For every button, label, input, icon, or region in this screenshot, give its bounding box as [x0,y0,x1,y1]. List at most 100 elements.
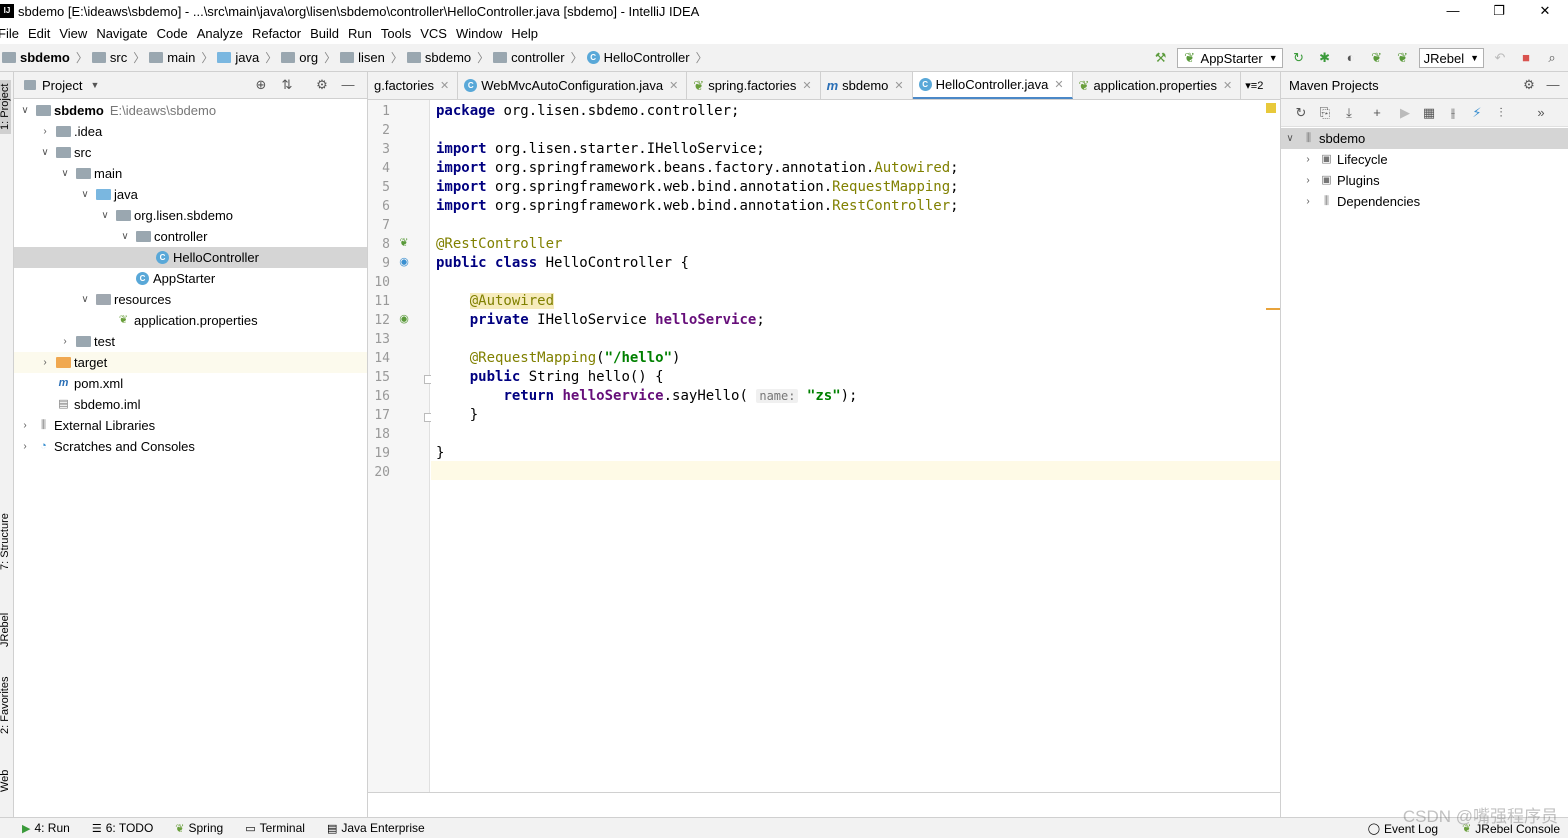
spring-bean-gutter-icon[interactable]: ❦ [398,237,410,249]
menu-refactor[interactable]: Refactor [252,26,307,41]
tree-item-controller[interactable]: ∨ controller [14,226,367,247]
jrebel-config-select[interactable]: JRebel ▼ [1418,48,1484,68]
close-icon[interactable]: ✕ [1054,78,1063,91]
hide-icon[interactable]: — [340,77,356,93]
project-panel-title[interactable]: Project [42,78,82,93]
execute-goal-icon[interactable]: ▦ [1421,105,1437,121]
jrebel-run-icon[interactable]: ❦ [1369,50,1385,66]
restore-button[interactable]: ❐ [1476,0,1522,22]
menu-code[interactable]: Code [157,26,194,41]
menu-vcs[interactable]: VCS [420,26,453,41]
breadcrumb-java[interactable]: java 〉 [217,49,279,66]
reimport-icon[interactable]: ↻ [1293,105,1309,121]
java-enterprise-tool-button[interactable]: ▤ Java Enterprise [327,821,425,835]
jrebel-debug-icon[interactable]: ❦ [1395,50,1411,66]
tab-sbdemo-pom[interactable]: m sbdemo ✕ [821,72,913,99]
tree-item-sbdemo-iml[interactable]: ▤ sbdemo.iml [14,394,367,415]
more-icon[interactable]: » [1533,105,1549,121]
menu-help[interactable]: Help [511,26,544,41]
tab-overflow-button[interactable]: ▾≡2 [1241,72,1267,99]
hide-icon[interactable]: — [1545,77,1561,93]
tree-item-org-lisen-sbdemo[interactable]: ∨ org.lisen.sbdemo [14,205,367,226]
search-icon[interactable]: ⌕ [1544,50,1560,66]
menu-run[interactable]: Run [348,26,378,41]
breadcrumb-sbdemo[interactable]: sbdemo 〉 [2,49,90,66]
menu-analyze[interactable]: Analyze [197,26,249,41]
tab-application-properties[interactable]: ❦ application.properties ✕ [1073,72,1242,99]
code-editor[interactable]: package org.lisen.sbdemo.controller; imp… [431,100,1280,792]
show-dependencies-icon[interactable]: ⫶ [1493,105,1509,121]
gear-icon[interactable]: ⚙ [314,77,330,93]
maven-item-plugins[interactable]: › ▣ Plugins [1281,170,1568,191]
breadcrumb-hellocontroller[interactable]: C HelloController 〉 [586,49,710,66]
tab-g-factories[interactable]: g.factories ✕ [368,72,459,99]
run-icon[interactable]: ▶ [1397,105,1413,121]
coverage-icon[interactable]: ◐ [1343,50,1359,66]
tree-item-scratches[interactable]: › ◔ Scratches and Consoles [14,436,367,457]
gear-icon[interactable]: ⚙ [1521,77,1537,93]
close-button[interactable]: ✕ [1522,0,1568,22]
terminal-tool-button[interactable]: ▭ Terminal [245,821,305,835]
breadcrumb-lisen[interactable]: lisen 〉 [340,49,405,66]
rerun-icon[interactable]: ↻ [1291,50,1307,66]
menu-navigate[interactable]: Navigate [96,26,153,41]
run-tool-button[interactable]: ▶ 4: Run [22,821,70,835]
menu-build[interactable]: Build [310,26,345,41]
menu-edit[interactable]: Edit [28,26,56,41]
close-icon[interactable]: ✕ [894,79,903,92]
tab-spring-factories[interactable]: ❦ spring.factories ✕ [687,72,821,99]
close-icon[interactable]: ✕ [1223,79,1232,92]
chevron-down-icon[interactable]: ▼ [90,80,99,90]
minimize-button[interactable]: — [1430,0,1476,22]
build-hammer-icon[interactable]: ⚒ [1153,50,1169,66]
spring-tool-button[interactable]: ❦ Spring [175,821,223,835]
close-icon[interactable]: ✕ [669,79,678,92]
editor-horizontal-scrollbar[interactable] [368,792,1280,817]
autowired-gutter-icon[interactable]: ◉ [398,313,410,325]
breadcrumb-controller[interactable]: controller 〉 [493,49,584,66]
tree-item-sbdemo[interactable]: ∨ sbdemo E:\ideaws\sbdemo [14,100,367,121]
tree-item-application-properties[interactable]: ❦ application.properties [14,310,367,331]
tree-item-resources[interactable]: ∨ resources [14,289,367,310]
tree-item-test[interactable]: › test [14,331,367,352]
tool-window-project[interactable]: 1: Project [0,79,11,134]
menu-view[interactable]: View [59,26,93,41]
maven-item-dependencies[interactable]: › ⫼ Dependencies [1281,191,1568,212]
tree-item-target[interactable]: › target [14,352,367,373]
menu-file[interactable]: File [0,26,25,41]
tool-window-structure[interactable]: 7: Structure [0,513,11,570]
debug-bug-icon[interactable]: ✱ [1317,50,1333,66]
tree-item-src[interactable]: ∨ src [14,142,367,163]
todo-tool-button[interactable]: ☰ 6: TODO [92,821,153,835]
download-icon[interactable]: ⤓ [1341,105,1357,121]
close-icon[interactable]: ✕ [802,79,811,92]
close-icon[interactable]: ✕ [440,79,449,92]
stop-icon[interactable]: ■ [1518,50,1534,66]
tool-window-jrebel[interactable]: JRebel [0,613,11,647]
menu-window[interactable]: Window [456,26,508,41]
breadcrumb-sbdemo-package[interactable]: sbdemo 〉 [406,49,491,66]
tree-item-external-libraries[interactable]: › ⫼ External Libraries [14,415,367,436]
toggle-offline-icon[interactable]: ⫲ [1445,105,1461,121]
tree-item-java[interactable]: ∨ java [14,184,367,205]
add-icon[interactable]: + [1369,105,1385,121]
locate-icon[interactable]: ⊕ [253,77,269,93]
tree-item-hellocontroller[interactable]: C HelloController [14,247,367,268]
tree-item-idea[interactable]: › .idea [14,121,367,142]
tool-window-web[interactable]: Web [0,770,11,792]
generate-sources-icon[interactable]: ⎘ [1317,105,1333,121]
maven-item-sbdemo[interactable]: ∨ ⫼ sbdemo [1281,128,1568,149]
breadcrumb-org[interactable]: org 〉 [281,49,338,66]
tab-webmvcautoconfiguration[interactable]: C WebMvcAutoConfiguration.java ✕ [458,72,688,99]
breadcrumb-src[interactable]: src 〉 [91,49,147,66]
collapse-all-icon[interactable]: ⇅ [279,77,295,93]
tab-hellocontroller[interactable]: C HelloController.java ✕ [912,72,1073,99]
tree-item-appstarter[interactable]: C AppStarter [14,268,367,289]
tree-item-main[interactable]: ∨ main [14,163,367,184]
warning-stripe-marker[interactable] [1266,308,1280,310]
tool-window-favorites[interactable]: 2: Favorites [0,677,11,734]
spring-bean-gutter-icon[interactable]: ◉ [398,256,410,268]
maven-item-lifecycle[interactable]: › ▣ Lifecycle [1281,149,1568,170]
skip-tests-icon[interactable]: ⚡ [1469,105,1485,121]
analysis-status-icon[interactable] [1266,103,1276,113]
